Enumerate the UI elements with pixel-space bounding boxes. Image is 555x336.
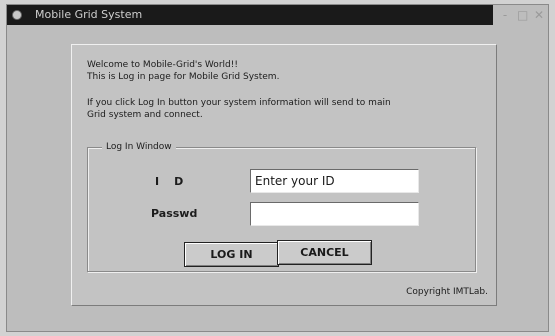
cancel-button[interactable]: CANCEL	[277, 240, 372, 265]
info-line-2: Grid system and connect.	[87, 110, 203, 120]
copyright-text: Copyright IMTLab.	[406, 287, 488, 297]
password-label: Passwd	[151, 207, 198, 220]
title-bar[interactable]: Mobile Grid System	[7, 5, 493, 25]
info-line-1: If you click Log In button your system i…	[87, 98, 391, 108]
maximize-icon[interactable]: □	[517, 6, 528, 24]
welcome-line-1: Welcome to Mobile-Grid's World!!	[87, 60, 238, 70]
login-panel: Welcome to Mobile-Grid's World!! This is…	[71, 44, 497, 306]
login-window-legend: Log In Window	[102, 141, 176, 154]
login-info: If you click Log In button your system i…	[87, 97, 467, 121]
window-controls: - □ ✕	[500, 6, 544, 24]
app-icon	[12, 10, 22, 20]
welcome-line-2: This is Log in page for Mobile Grid Syst…	[87, 72, 280, 82]
window-title: Mobile Grid System	[35, 8, 143, 21]
id-input[interactable]	[250, 169, 419, 193]
minimize-icon[interactable]: -	[500, 6, 510, 24]
login-button[interactable]: LOG IN	[184, 242, 279, 267]
password-input[interactable]	[250, 202, 419, 226]
main-window: Mobile Grid System - □ ✕ Welcome to Mobi…	[6, 4, 549, 332]
close-icon[interactable]: ✕	[534, 6, 544, 24]
id-label: ID	[155, 175, 199, 188]
welcome-message: Welcome to Mobile-Grid's World!! This is…	[87, 59, 279, 83]
